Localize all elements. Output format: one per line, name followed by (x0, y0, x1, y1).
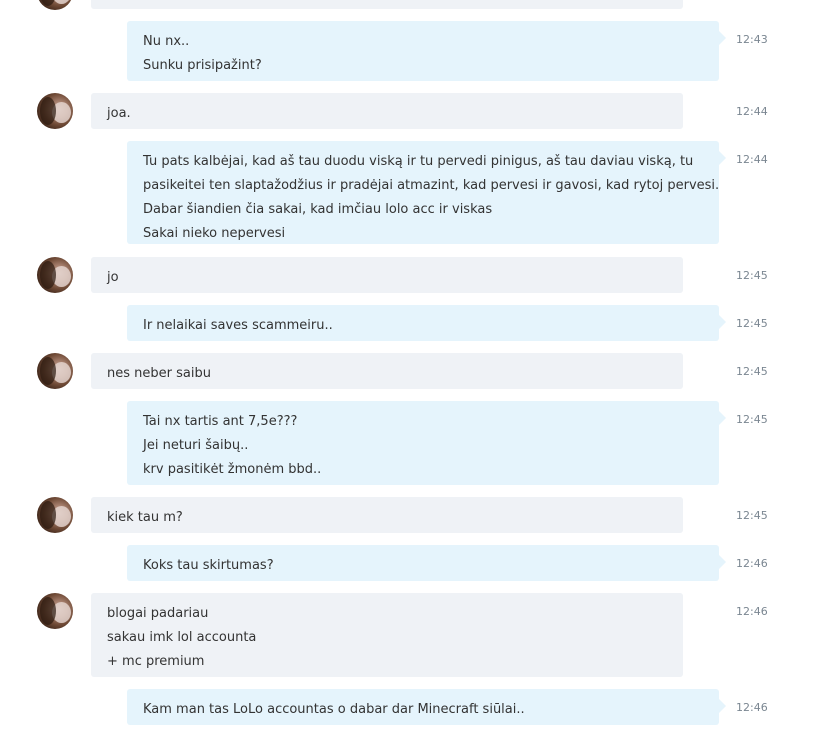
message-text: Jei neturi šaibų.. (143, 438, 249, 453)
message-text: + mc premium (107, 654, 205, 669)
message-text: Kam man tas LoLo accountas o dabar dar M… (143, 702, 525, 717)
message-bubble[interactable] (91, 0, 683, 9)
message-timestamp: 12:46 (736, 557, 768, 570)
incoming-message: blogai padariau sakau imk lol accounta + m… (0, 593, 835, 677)
contact-avatar[interactable] (37, 593, 73, 629)
message-timestamp: 12:43 (736, 33, 768, 46)
message-bubble[interactable]: Koks tau skirtumas? (127, 545, 726, 581)
message-bubble[interactable]: kiek tau m? (91, 497, 683, 533)
message-timestamp: 12:45 (736, 317, 768, 330)
message-text: krv pasitikėt žmonėm bbd.. (143, 462, 322, 477)
outgoing-message: Ir nelaikai saves scammeiru.. 12:45 (0, 305, 835, 341)
contact-avatar[interactable] (37, 93, 73, 129)
message-bubble[interactable]: Tu pats kalbėjai, kad aš tau duodu viską… (127, 141, 726, 244)
message-timestamp: 12:44 (736, 105, 768, 118)
message-text: nes neber saibu (107, 366, 211, 381)
incoming-message: kiek tau m? 12:45 (0, 497, 835, 533)
contact-avatar[interactable] (37, 353, 73, 389)
message-text: Koks tau skirtumas? (143, 558, 274, 573)
message-text: Ir nelaikai saves scammeiru.. (143, 318, 333, 333)
message-timestamp: 12:44 (736, 153, 768, 166)
message-timestamp: 12:45 (736, 413, 768, 426)
message-text: Sunku prisipažint? (143, 58, 262, 73)
message-text: pasikeitei ten slaptažodžius ir pradėjai… (143, 178, 720, 193)
message-bubble[interactable]: jo (91, 257, 683, 293)
message-text: sakau imk lol accounta (107, 630, 257, 645)
message-bubble[interactable]: Tai nx tartis ant 7,5e??? Jei neturi šaib… (127, 401, 726, 485)
message-text: blogai padariau (107, 606, 209, 621)
outgoing-message: Kam man tas LoLo accountas o dabar dar M… (0, 689, 835, 725)
message-bubble[interactable]: blogai padariau sakau imk lol accounta + m… (91, 593, 683, 677)
message-bubble[interactable]: Ir nelaikai saves scammeiru.. (127, 305, 726, 341)
incoming-message: nes neber saibu 12:45 (0, 353, 835, 389)
message-timestamp: 12:45 (736, 269, 768, 282)
contact-avatar[interactable] (37, 497, 73, 533)
message-bubble[interactable]: Nu nx.. Sunku prisipažint? (127, 21, 726, 81)
message-bubble[interactable]: joa. (91, 93, 683, 129)
message-text: jo (107, 270, 119, 285)
outgoing-message: Tai nx tartis ant 7,5e??? Jei neturi šaib… (0, 401, 835, 485)
message-timestamp: 12:46 (736, 701, 768, 714)
message-text: Tu pats kalbėjai, kad aš tau duodu viską… (143, 154, 694, 169)
message-text: Sakai nieko nepervesi (143, 226, 286, 241)
outgoing-message: Nu nx.. Sunku prisipažint? 12:43 (0, 21, 835, 81)
message-bubble[interactable]: Kam man tas LoLo accountas o dabar dar M… (127, 689, 726, 725)
chat-conversation: Nu nx.. Sunku prisipažint? 12:43 joa. 12:44 T… (0, 0, 835, 736)
message-timestamp: 12:45 (736, 365, 768, 378)
message-text: Nu nx.. (143, 34, 190, 49)
message-text: Dabar šiandien čia sakai, kad imčiau lol… (143, 202, 493, 217)
message-text: Tai nx tartis ant 7,5e??? (143, 414, 298, 429)
message-timestamp: 12:46 (736, 605, 768, 618)
contact-avatar[interactable] (37, 0, 73, 10)
outgoing-message: Tu pats kalbėjai, kad aš tau duodu viską… (0, 141, 835, 244)
incoming-message: joa. 12:44 (0, 93, 835, 129)
message-bubble[interactable]: nes neber saibu (91, 353, 683, 389)
message-text: kiek tau m? (107, 510, 183, 525)
outgoing-message: Koks tau skirtumas? 12:46 (0, 545, 835, 581)
message-text: joa. (107, 106, 131, 121)
incoming-message: jo 12:45 (0, 257, 835, 293)
contact-avatar[interactable] (37, 257, 73, 293)
incoming-message (0, 0, 835, 10)
message-timestamp: 12:45 (736, 509, 768, 522)
